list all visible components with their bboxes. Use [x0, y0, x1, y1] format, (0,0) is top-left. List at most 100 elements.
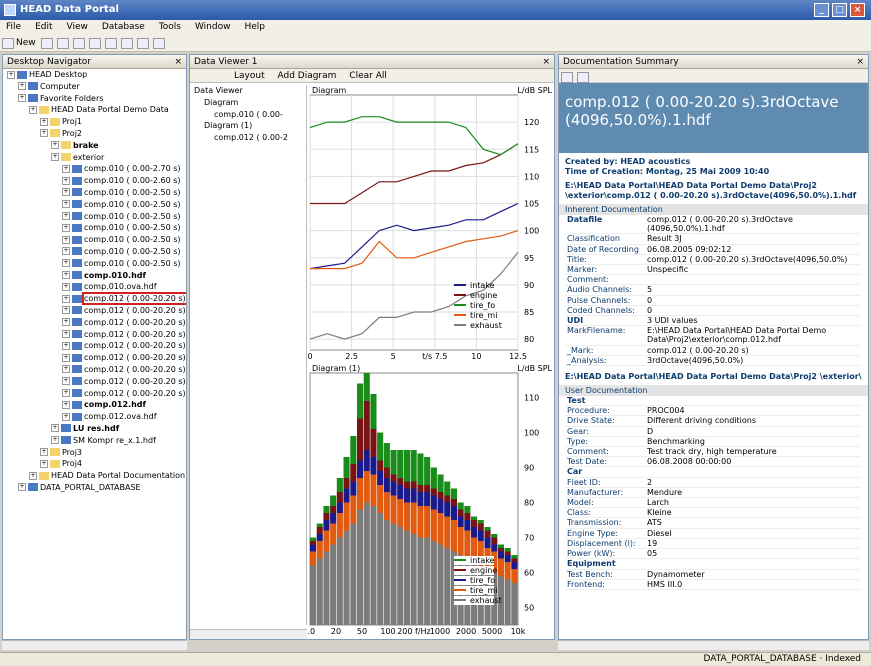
expand-icon[interactable]: +	[62, 176, 70, 185]
expand-icon[interactable]: +	[62, 365, 70, 374]
menu-view[interactable]: View	[67, 22, 88, 32]
tree-item[interactable]: + comp.010 ( 0.00-2.50 s)	[3, 222, 186, 234]
new-icon[interactable]	[2, 38, 14, 49]
close-icon[interactable]: ×	[174, 55, 182, 69]
maximize-button[interactable]: □	[832, 3, 847, 17]
expand-icon[interactable]: +	[40, 117, 48, 126]
expand-icon[interactable]: +	[62, 318, 70, 327]
expand-icon[interactable]: +	[51, 141, 59, 150]
expand-icon[interactable]: +	[62, 330, 70, 339]
tree-item[interactable]: + comp.010 ( 0.00-2.50 s)	[3, 187, 186, 199]
database-status[interactable]: DATA_PORTAL_DATABASE	[703, 654, 816, 664]
menu-help[interactable]: Help	[244, 22, 265, 32]
expand-icon[interactable]: +	[62, 400, 70, 409]
expand-icon[interactable]: +	[62, 164, 70, 173]
tree-item[interactable]: + comp.010 ( 0.00-2.50 s)	[3, 246, 186, 258]
cut-icon[interactable]	[40, 38, 53, 49]
tree-item[interactable]: + comp.012 ( 0.00-20.20 s)	[3, 340, 186, 352]
viewer-tab[interactable]: Data Viewer 1 ×	[190, 55, 554, 69]
expand-icon[interactable]: +	[62, 259, 70, 268]
expand-icon[interactable]: +	[62, 306, 70, 315]
viewer-tree-item[interactable]: Diagram	[190, 97, 306, 109]
tree-item[interactable]: + comp.010 ( 0.00-2.50 s)	[3, 234, 186, 246]
menu-edit[interactable]: Edit	[35, 22, 52, 32]
expand-icon[interactable]: +	[40, 448, 48, 456]
expand-icon[interactable]: +	[18, 483, 26, 492]
tree-item[interactable]: + comp.010 ( 0.00-2.50 s)	[3, 211, 186, 223]
tree-item[interactable]: + comp.010.ova.hdf	[3, 281, 186, 293]
expand-icon[interactable]: +	[40, 459, 48, 468]
expand-icon[interactable]: +	[62, 247, 70, 256]
expand-icon[interactable]: +	[62, 389, 70, 398]
paste-icon[interactable]	[72, 38, 85, 49]
menu-database[interactable]: Database	[102, 22, 145, 32]
tree-item[interactable]: + comp.012 ( 0.00-20.20 s)	[3, 388, 186, 400]
tree-item[interactable]: + LU res.hdf	[3, 423, 186, 435]
tree-item[interactable]: + HEAD Desktop	[3, 69, 186, 81]
viewer-icon[interactable]	[152, 38, 165, 49]
close-icon[interactable]: ×	[542, 55, 550, 69]
minimize-button[interactable]: _	[814, 3, 829, 17]
tree-item[interactable]: + comp.012.ova.hdf	[3, 411, 186, 423]
clear-all-button[interactable]: Clear All	[349, 71, 387, 81]
expand-icon[interactable]: +	[29, 471, 37, 480]
indexed-status[interactable]: Indexed	[825, 654, 861, 664]
print-icon[interactable]	[561, 72, 573, 83]
tree-item[interactable]: + comp.010 ( 0.00-2.50 s)	[3, 199, 186, 211]
delete-icon[interactable]	[88, 38, 101, 49]
tree-item[interactable]: + Proj4	[3, 458, 186, 470]
expand-icon[interactable]: +	[62, 341, 70, 350]
menu-tools[interactable]: Tools	[159, 22, 181, 32]
expand-icon[interactable]: +	[51, 436, 59, 445]
search-icon[interactable]	[136, 38, 149, 49]
expand-icon[interactable]: +	[62, 212, 70, 221]
tree-item[interactable]: + HEAD Data Portal Demo Data	[3, 104, 186, 116]
navigator-scrollbar[interactable]	[2, 640, 187, 650]
tree-item[interactable]: + comp.010 ( 0.00-2.60 s)	[3, 175, 186, 187]
tree-item[interactable]: + Proj2	[3, 128, 186, 140]
expand-icon[interactable]: +	[62, 412, 70, 421]
tree-item[interactable]: + exterior	[3, 152, 186, 164]
expand-icon[interactable]: +	[62, 223, 70, 232]
tree-item[interactable]: + Computer	[3, 81, 186, 93]
tree-item[interactable]: + comp.012 ( 0.00-20.20 s)	[3, 364, 186, 376]
tree-item[interactable]: + comp.010.hdf	[3, 270, 186, 282]
viewer-tree-item[interactable]: comp.012 ( 0.00-2	[190, 132, 306, 144]
add-diagram-button[interactable]: Add Diagram	[277, 71, 336, 81]
expand-icon[interactable]: +	[62, 294, 70, 303]
tree-item[interactable]: + Proj3	[3, 447, 186, 459]
viewer-tree-scrollbar[interactable]	[190, 629, 307, 639]
close-icon[interactable]: ×	[856, 55, 864, 69]
database-icon[interactable]	[120, 38, 133, 49]
new-button[interactable]: New	[16, 38, 36, 48]
tree-item[interactable]: + comp.012 ( 0.00-20.20 s)	[3, 292, 186, 306]
menu-file[interactable]: File	[6, 22, 21, 32]
viewer-tree-item[interactable]: Diagram (1)	[190, 120, 306, 132]
expand-icon[interactable]: +	[62, 353, 70, 362]
expand-icon[interactable]: +	[62, 200, 70, 209]
viewer-tree-item[interactable]: Data Viewer	[190, 85, 306, 97]
folder-icon[interactable]	[104, 38, 117, 49]
copy-icon[interactable]	[56, 38, 69, 49]
expand-icon[interactable]: +	[51, 424, 59, 433]
tree-item[interactable]: + Proj1	[3, 116, 186, 128]
tree-item[interactable]: + DATA_PORTAL_DATABASE	[3, 482, 186, 494]
expand-icon[interactable]: +	[62, 235, 70, 244]
tree-item[interactable]: + brake	[3, 140, 186, 152]
expand-icon[interactable]: +	[40, 129, 48, 138]
tree-item[interactable]: + comp.012 ( 0.00-20.20 s)	[3, 317, 186, 329]
export-icon[interactable]	[577, 72, 589, 83]
expand-icon[interactable]: +	[51, 153, 59, 162]
expand-icon[interactable]: +	[18, 94, 26, 103]
tree-item[interactable]: + comp.012.hdf	[3, 399, 186, 411]
tree-item[interactable]: + Favorite Folders	[3, 93, 186, 105]
expand-icon[interactable]: +	[62, 188, 70, 197]
tree-item[interactable]: + comp.012 ( 0.00-20.20 s)	[3, 376, 186, 388]
expand-icon[interactable]: +	[62, 271, 70, 280]
expand-icon[interactable]: +	[62, 377, 70, 386]
viewer-tree-item[interactable]: comp.010 ( 0.00-	[190, 109, 306, 121]
expand-icon[interactable]: +	[29, 105, 37, 114]
tree-item[interactable]: + SM Kompr re_x.1.hdf	[3, 435, 186, 447]
menu-window[interactable]: Window	[195, 22, 231, 32]
expand-icon[interactable]: +	[18, 82, 26, 91]
